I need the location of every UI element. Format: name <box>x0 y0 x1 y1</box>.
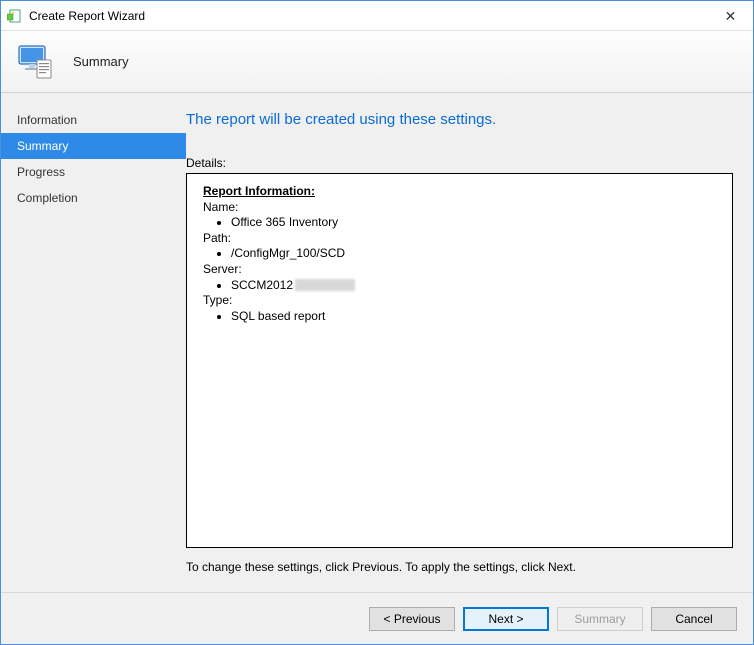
window-title: Create Report Wizard <box>29 9 145 23</box>
report-section-title: Report Information: <box>203 184 720 200</box>
sidebar-item-label: Progress <box>17 165 65 179</box>
wizard-header: Summary <box>1 31 753 93</box>
wizard-footer: < Previous Next > Summary Cancel <box>1 592 753 644</box>
close-button[interactable]: ✕ <box>708 1 753 31</box>
wizard-window: Create Report Wizard ✕ Summary Inf <box>0 0 754 645</box>
next-button[interactable]: Next > <box>463 607 549 631</box>
page-title: Summary <box>73 54 129 69</box>
titlebar: Create Report Wizard ✕ <box>1 1 753 31</box>
sidebar-item-summary[interactable]: Summary <box>1 133 186 159</box>
report-type-label: Type: <box>203 293 720 309</box>
content-hint: To change these settings, click Previous… <box>186 560 733 574</box>
redacted-text <box>295 279 355 291</box>
wizard-content: The report will be created using these s… <box>186 93 753 592</box>
wizard-steps-sidebar: Information Summary Progress Completion <box>1 93 186 592</box>
summary-button[interactable]: Summary <box>557 607 643 631</box>
details-label: Details: <box>186 156 733 170</box>
report-path-label: Path: <box>203 231 720 247</box>
content-headline: The report will be created using these s… <box>186 111 733 128</box>
cancel-button[interactable]: Cancel <box>651 607 737 631</box>
app-icon <box>7 8 23 24</box>
details-box: Report Information: Name: Office 365 Inv… <box>186 173 733 548</box>
sidebar-item-completion[interactable]: Completion <box>1 185 186 211</box>
sidebar-item-label: Summary <box>17 139 68 153</box>
previous-button[interactable]: < Previous <box>369 607 455 631</box>
sidebar-item-label: Completion <box>17 191 78 205</box>
report-path-value: /ConfigMgr_100/SCD <box>231 246 720 262</box>
sidebar-item-information[interactable]: Information <box>1 107 186 133</box>
sidebar-item-label: Information <box>17 113 77 127</box>
report-name-value: Office 365 Inventory <box>231 215 720 231</box>
close-icon: ✕ <box>725 8 737 25</box>
report-server-label: Server: <box>203 262 720 278</box>
sidebar-item-progress[interactable]: Progress <box>1 159 186 185</box>
report-server-value: SCCM2012 <box>231 278 720 294</box>
report-type-value: SQL based report <box>231 309 720 325</box>
report-icon <box>15 42 55 82</box>
report-name-label: Name: <box>203 200 720 216</box>
wizard-body: Information Summary Progress Completion … <box>1 93 753 592</box>
